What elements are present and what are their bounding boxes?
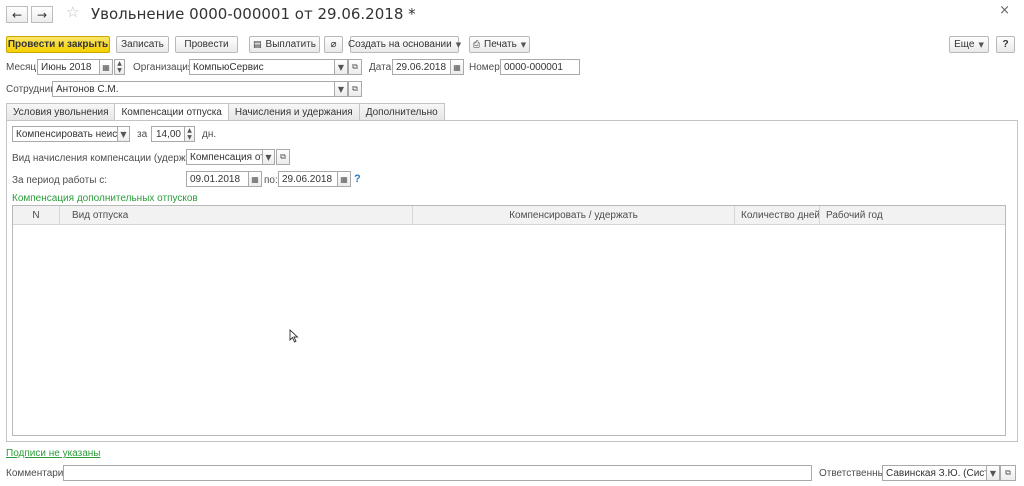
column-header-number[interactable]: N: [13, 206, 60, 225]
back-button[interactable]: ←: [6, 6, 28, 23]
month-field[interactable]: Июнь 2018: [37, 59, 100, 75]
calendar-icon: ▦: [251, 174, 259, 184]
pay-button[interactable]: ▤ Выплатить: [249, 36, 320, 53]
chevron-down-icon: ▼: [117, 66, 122, 74]
days-unit-label: дн.: [202, 129, 217, 140]
month-stepper[interactable]: ▲ ▼: [114, 59, 125, 75]
help-button[interactable]: ?: [996, 36, 1015, 53]
date-field[interactable]: 29.06.2018: [392, 59, 451, 75]
chevron-down-icon: ▼: [989, 468, 997, 478]
date-calendar-button[interactable]: ▦: [450, 59, 464, 75]
period-from-calendar-button[interactable]: ▦: [248, 171, 262, 187]
chevron-down-icon: ▼: [120, 129, 127, 139]
period-label: За период работы с:: [12, 175, 107, 186]
document-icon: ▤: [253, 39, 262, 50]
period-to-calendar-button[interactable]: ▦: [337, 171, 351, 187]
month-label: Месяц:: [6, 62, 39, 73]
page-title: Увольнение 0000-000001 от 29.06.2018 *: [91, 5, 416, 23]
close-icon[interactable]: ×: [999, 3, 1010, 18]
more-button[interactable]: Еще ▼: [949, 36, 989, 53]
accrual-type-field[interactable]: Компенсация отпу: [186, 149, 263, 165]
post-button[interactable]: Провести: [175, 36, 238, 53]
calendar-icon: ▦: [102, 62, 110, 72]
period-to-label: по:: [264, 175, 278, 186]
attachment-button[interactable]: ⌀: [324, 36, 343, 53]
employee-field[interactable]: Антонов С.М.: [52, 81, 335, 97]
chevron-down-icon: ▼: [187, 133, 192, 141]
mouse-cursor-icon: [289, 329, 299, 343]
column-header-work-year[interactable]: Рабочий год: [820, 206, 1005, 225]
period-to-field[interactable]: 29.06.2018: [278, 171, 338, 187]
table-header: N Вид отпуска Компенсировать / удержать …: [13, 206, 1005, 225]
responsible-open-button[interactable]: ⧉: [1000, 465, 1016, 481]
accrual-type-open-button[interactable]: ⧉: [276, 149, 290, 165]
open-icon: ⧉: [352, 84, 358, 93]
days-stepper[interactable]: ▲ ▼: [184, 126, 195, 142]
star-icon[interactable]: ☆: [66, 3, 79, 21]
organization-field[interactable]: КомпьюСервис: [189, 59, 335, 75]
post-and-close-button[interactable]: Провести и закрыть: [6, 36, 110, 53]
save-button[interactable]: Записать: [116, 36, 169, 53]
forward-button[interactable]: →: [31, 6, 53, 23]
vacation-table[interactable]: N Вид отпуска Компенсировать / удержать …: [12, 205, 1006, 436]
dropdown-icon: ▼: [978, 40, 984, 49]
compensation-mode-select[interactable]: Компенсировать неиспол: [12, 126, 118, 142]
number-label: Номер:: [469, 62, 503, 73]
date-label: Дата:: [369, 62, 394, 73]
period-from-field[interactable]: 09.01.2018: [186, 171, 249, 187]
accrual-type-dropdown[interactable]: ▼: [262, 149, 275, 165]
employee-dropdown-button[interactable]: ▼: [334, 81, 348, 97]
dropdown-icon: ▼: [455, 40, 462, 49]
employee-label: Сотрудник:: [6, 84, 58, 95]
signatures-link[interactable]: Подписи не указаны: [6, 448, 101, 459]
column-header-days[interactable]: Количество дней: [735, 206, 820, 225]
organization-label: Организация:: [133, 62, 197, 73]
calendar-icon: ▦: [340, 174, 348, 184]
comment-label: Комментарий:: [6, 468, 72, 479]
chevron-down-icon: ▼: [337, 62, 345, 72]
create-based-on-button[interactable]: Создать на основании ▼: [348, 36, 462, 53]
print-button[interactable]: ⎙ Печать ▼: [469, 36, 530, 53]
column-header-vacation-type[interactable]: Вид отпуска: [60, 206, 413, 225]
help-icon[interactable]: ?: [354, 173, 361, 185]
compensation-mode-dropdown[interactable]: ▼: [117, 126, 130, 142]
arrow-left-icon: ←: [11, 7, 23, 22]
dropdown-icon: ▼: [520, 40, 527, 49]
printer-icon: ⎙: [472, 39, 481, 50]
responsible-dropdown-button[interactable]: ▼: [986, 465, 1000, 481]
chevron-down-icon: ▼: [337, 84, 345, 94]
days-input[interactable]: 14,00: [151, 126, 185, 142]
arrow-right-icon: →: [36, 7, 48, 22]
accrual-type-label: Вид начисления компенсации (удержания):: [12, 153, 214, 164]
open-icon: ⧉: [1005, 468, 1011, 477]
tab-bar: Условия увольнения Компенсации отпуска Н…: [6, 103, 445, 122]
organization-open-button[interactable]: ⧉: [348, 59, 362, 75]
tab-accruals-deductions[interactable]: Начисления и удержания: [227, 103, 360, 121]
open-icon: ⧉: [280, 152, 286, 161]
number-field[interactable]: 0000-000001: [500, 59, 580, 75]
organization-dropdown-button[interactable]: ▼: [334, 59, 348, 75]
chevron-down-icon: ▼: [265, 152, 272, 162]
chevron-up-icon: ▲: [187, 126, 192, 134]
open-icon: ⧉: [352, 62, 358, 71]
calendar-icon: ▦: [453, 62, 461, 72]
additional-compensation-title: Компенсация дополнительных отпусков: [12, 193, 198, 204]
column-header-compensate[interactable]: Компенсировать / удержать: [413, 206, 735, 225]
comment-field[interactable]: [63, 465, 812, 481]
paperclip-icon: ⌀: [330, 39, 337, 50]
for-label: за: [137, 129, 148, 140]
chevron-up-icon: ▲: [117, 59, 122, 67]
tab-dismissal-conditions[interactable]: Условия увольнения: [6, 103, 116, 121]
responsible-field[interactable]: Савинская З.Ю. (Систем: [882, 465, 987, 481]
calendar-button[interactable]: ▦: [99, 59, 113, 75]
tab-additional[interactable]: Дополнительно: [358, 103, 445, 121]
employee-open-button[interactable]: ⧉: [348, 81, 362, 97]
